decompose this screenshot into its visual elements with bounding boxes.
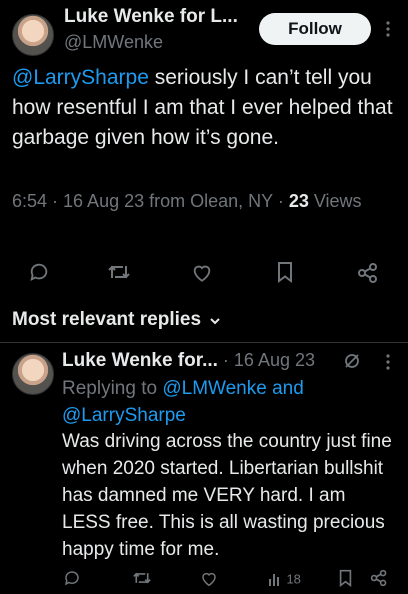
avatar[interactable] <box>12 14 54 56</box>
author-name[interactable]: Luke Wenke for L... <box>64 6 238 28</box>
replying-to-link[interactable]: @LMWenke <box>162 378 266 399</box>
replying-prefix: Replying to <box>62 378 163 399</box>
bookmark-icon[interactable] <box>276 261 294 283</box>
share-icon[interactable] <box>357 262 379 284</box>
bookmark-icon[interactable] <box>338 569 353 587</box>
reply-views-count: 18 <box>286 571 301 587</box>
follow-button[interactable]: Follow <box>259 13 371 45</box>
reply-author-name[interactable]: Luke Wenke for... <box>62 350 218 371</box>
sort-replies-selector[interactable]: Most relevant replies <box>12 309 252 337</box>
reply-icon[interactable] <box>63 569 81 587</box>
replying-to-link[interactable]: @LarrySharpe <box>62 405 186 426</box>
reply-icon[interactable] <box>28 261 50 283</box>
reply-date[interactable]: · 16 Aug 23 <box>218 350 315 370</box>
reply-text: Was driving across the country just fine… <box>62 431 392 560</box>
chevron-down-icon <box>209 316 221 326</box>
like-icon[interactable] <box>191 262 213 283</box>
reply-header: Luke Wenke for... · 16 Aug 23 <box>62 350 315 372</box>
views-label: Views <box>308 191 362 211</box>
tweet-timestamp[interactable]: 6:54 · 16 Aug 23 from Olean, NY · <box>12 191 289 211</box>
tweet-meta: 6:54 · 16 Aug 23 from Olean, NY · 23 Vie… <box>12 188 382 214</box>
sort-label: Most relevant replies <box>12 309 202 330</box>
views-count: 23 <box>288 191 309 211</box>
reply-avatar[interactable] <box>12 353 54 395</box>
divider <box>0 342 408 343</box>
replying-and: and <box>266 378 304 399</box>
replying-to: Replying to @LMWenke and @LarrySharpe <box>62 375 392 429</box>
more-icon[interactable] <box>381 19 395 39</box>
like-icon[interactable] <box>200 570 218 587</box>
author-handle[interactable]: @LMWenke <box>64 32 163 53</box>
reply-more-icon[interactable] <box>381 352 395 372</box>
grok-icon[interactable] <box>343 352 361 370</box>
mention-link[interactable]: @LarrySharpe <box>12 66 149 89</box>
retweet-icon[interactable] <box>132 569 152 587</box>
tweet-text: @LarrySharpe seriously I can’t tell you … <box>12 63 400 153</box>
share-icon[interactable] <box>370 569 388 587</box>
views-icon <box>268 572 282 586</box>
reply-views[interactable]: 18 <box>268 570 301 588</box>
retweet-icon[interactable] <box>107 261 131 283</box>
